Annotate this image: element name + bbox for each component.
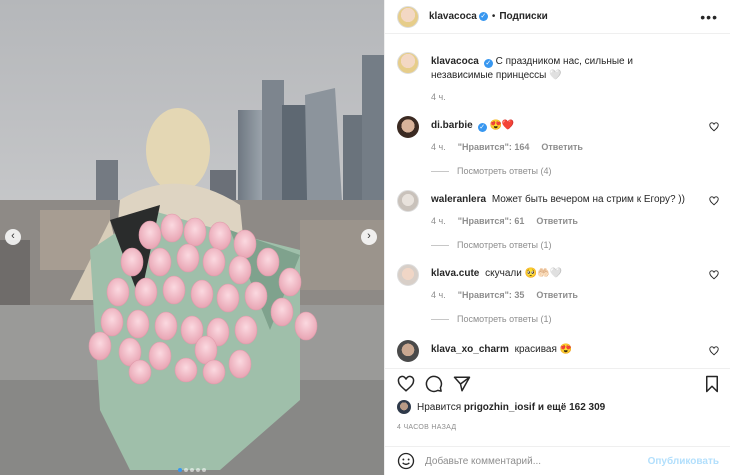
comment-text: скучали 🥺🤲🏻🤍 — [485, 268, 562, 279]
comment-time[interactable]: 4 ч. — [431, 142, 446, 152]
comment-likes[interactable]: "Нравится": 61 — [458, 216, 525, 226]
carousel-dot — [196, 468, 200, 472]
like-comment-heart-icon[interactable] — [709, 122, 719, 132]
author-avatar[interactable] — [397, 5, 419, 28]
caption-meta: 4 ч. — [431, 92, 446, 102]
comment-username[interactable]: waleranlera — [431, 194, 486, 205]
following-button[interactable]: Подписки — [499, 11, 547, 22]
reply-button[interactable]: Ответить — [536, 290, 578, 300]
like-comment-heart-icon[interactable] — [709, 270, 719, 280]
carousel-dot — [178, 468, 182, 472]
view-replies-button[interactable]: Посмотреть ответы (4) — [431, 166, 552, 176]
comment-item: di.barbie ✓ 😍❤️ 4 ч. "Нравится": 164 Ответи… — [397, 116, 719, 176]
commenter-avatar[interactable] — [397, 264, 419, 286]
save-bookmark-icon[interactable] — [703, 375, 721, 393]
comment-item: klava.cute скучали 🥺🤲🏻🤍 4 ч. "Нравится": … — [397, 264, 719, 324]
reply-button[interactable]: Ответить — [536, 216, 578, 226]
liker-username[interactable]: prigozhin_iosif — [464, 402, 535, 413]
commenter-avatar[interactable] — [397, 116, 419, 138]
like-comment-heart-icon[interactable] — [709, 346, 719, 356]
post-image — [0, 0, 384, 475]
comment-bubble-icon[interactable] — [425, 375, 443, 393]
comment-username[interactable]: klava.cute — [431, 268, 479, 279]
comment-time[interactable]: 4 ч. — [431, 290, 446, 300]
verified-badge-icon: ✓ — [483, 59, 493, 68]
carousel-prev-button[interactable]: ‹ — [5, 229, 21, 245]
carousel-next-button[interactable]: › — [361, 229, 377, 245]
carousel-dot — [202, 468, 206, 472]
post-photo[interactable]: ‹ › — [0, 0, 384, 475]
verified-badge-icon: ✓ — [477, 123, 487, 132]
reply-button[interactable]: Ответить — [541, 142, 583, 152]
author-avatar[interactable] — [397, 52, 419, 74]
comment-text: 😍❤️ — [489, 120, 515, 131]
comment-text-block: klava_xo_charm красивая 😍 — [431, 343, 693, 357]
comment-likes[interactable]: "Нравится": 164 — [458, 142, 530, 152]
carousel-dot — [184, 468, 188, 472]
verified-badge-icon: ✓ — [478, 12, 488, 21]
comment-input[interactable] — [425, 455, 648, 467]
emoji-picker-icon[interactable] — [397, 452, 415, 470]
likes-prefix: Нравится — [417, 401, 462, 413]
likes-count-link[interactable]: и ещё 162 309 — [538, 402, 605, 413]
publish-button[interactable]: Опубликовать — [648, 456, 719, 467]
view-replies-button[interactable]: Посмотреть ответы (1) — [431, 314, 552, 324]
more-options-icon[interactable]: ••• — [700, 9, 718, 25]
like-heart-icon[interactable] — [397, 375, 415, 393]
commenter-avatar[interactable] — [397, 340, 419, 362]
view-replies-button[interactable]: Посмотреть ответы (1) — [431, 240, 552, 250]
comment-username[interactable]: klava_xo_charm — [431, 344, 509, 355]
share-send-icon[interactable] — [453, 375, 471, 393]
comment-time[interactable]: 4 ч. — [431, 216, 446, 226]
comment-text-block: di.barbie ✓ 😍❤️ — [431, 119, 693, 133]
author-username[interactable]: klavacoca — [429, 11, 477, 22]
post-side-panel: klavacoca ✓ • Подписки ••• klavacoca ✓ С … — [384, 0, 730, 475]
comment-text: Может быть вечером на стрим к Егору? )) — [491, 194, 685, 205]
post-action-bar — [385, 368, 730, 398]
liker-avatar[interactable] — [397, 400, 411, 414]
comment-meta: 4 ч. "Нравится": 164 Ответить — [431, 142, 583, 152]
comments-list[interactable]: klavacoca ✓ С праздником нас, сильные и н… — [385, 34, 730, 368]
likes-summary: Нравится prigozhin_iosif и ещё 162 309 — [397, 400, 605, 414]
comment-meta: 4 ч. "Нравится": 61 Ответить — [431, 216, 578, 226]
add-comment-bar: Опубликовать — [385, 446, 730, 475]
like-comment-heart-icon[interactable] — [709, 196, 719, 206]
carousel-dot — [190, 468, 194, 472]
commenter-avatar[interactable] — [397, 190, 419, 212]
caption-username[interactable]: klavacoca — [431, 56, 479, 67]
caption-time[interactable]: 4 ч. — [431, 92, 446, 102]
comment-text-block: klava.cute скучали 🥺🤲🏻🤍 — [431, 267, 693, 281]
comment-likes[interactable]: "Нравится": 35 — [458, 290, 525, 300]
post-timestamp[interactable]: 4 ЧАСОВ НАЗАД — [397, 424, 456, 431]
comment-text-block: waleranlera Может быть вечером на стрим … — [431, 193, 693, 207]
comment-text: красивая 😍 — [514, 344, 573, 355]
caption-text-block: klavacoca ✓ С праздником нас, сильные и н… — [431, 55, 693, 83]
header-separator: • — [491, 11, 496, 22]
comment-username[interactable]: di.barbie — [431, 120, 473, 131]
comment-item: klava_xo_charm красивая 😍 — [397, 340, 719, 368]
caption: klavacoca ✓ С праздником нас, сильные и н… — [397, 52, 719, 112]
post-header: klavacoca ✓ • Подписки ••• — [385, 0, 730, 34]
comment-item: waleranlera Может быть вечером на стрим … — [397, 190, 719, 250]
carousel-dots — [0, 464, 384, 475]
comment-meta: 4 ч. "Нравится": 35 Ответить — [431, 290, 578, 300]
